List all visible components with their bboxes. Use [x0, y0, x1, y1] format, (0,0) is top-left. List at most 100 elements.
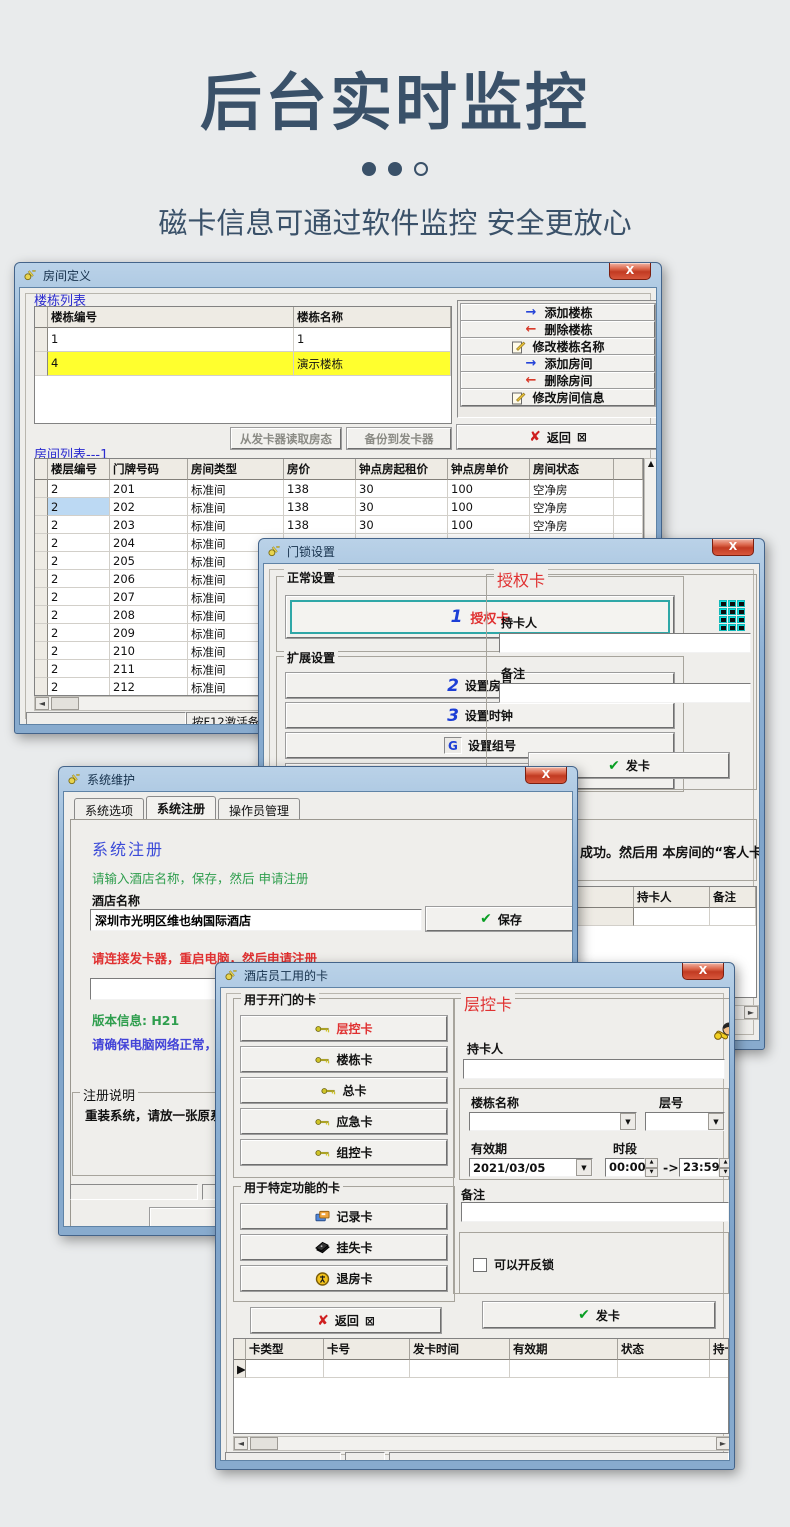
allow-deadbolt-checkbox[interactable]: 可以开反锁 — [473, 1256, 554, 1273]
select-value: 2021/03/05 — [473, 1160, 546, 1175]
note-input[interactable] — [461, 1202, 729, 1222]
emergency-card-button[interactable]: 应急卡 — [241, 1109, 447, 1134]
floor-number-select[interactable]: ▼ — [645, 1112, 725, 1131]
table-row[interactable]: 4 演示楼栋 — [35, 352, 451, 376]
time-to-value[interactable]: 23:59 — [679, 1158, 720, 1177]
edit-building-name-button[interactable]: 修改楼栋名称 — [461, 338, 655, 355]
column-header: 有效期 — [510, 1339, 618, 1360]
building-name-select[interactable]: ▼ — [469, 1112, 637, 1131]
column-header: 钟点房起租价 — [356, 459, 448, 480]
column-header: 房间状态 — [530, 459, 614, 480]
group-control-card-button[interactable]: 组控卡 — [241, 1140, 447, 1165]
table-row[interactable]: 11 — [35, 328, 451, 352]
tab-strip: 系统选项 系统注册 操作员管理 — [74, 796, 301, 819]
table-cell: 2 — [48, 534, 110, 552]
checkbox-icon[interactable] — [473, 1257, 487, 1272]
cardholder-input[interactable] — [499, 633, 751, 653]
delete-room-button[interactable]: ← 删除房间 — [461, 372, 655, 389]
hotel-name-input[interactable] — [90, 909, 422, 931]
delete-building-button[interactable]: ← 删除楼栋 — [461, 321, 655, 338]
time-from-value[interactable]: 00:00 — [605, 1158, 646, 1177]
column-header: 楼栋编号 — [48, 307, 294, 328]
key-icon — [24, 270, 36, 281]
record-card-icon — [315, 1210, 331, 1221]
chevron-down-icon[interactable]: ▼ — [576, 1159, 592, 1176]
valid-date-select[interactable]: 2021/03/05 ▼ — [469, 1158, 593, 1177]
step-down-icon[interactable]: ▼ — [645, 1167, 658, 1177]
chevron-down-icon[interactable]: ▼ — [620, 1113, 636, 1130]
button-label: 层控卡 — [336, 1022, 373, 1036]
exit-box-icon: ⊠ — [576, 430, 587, 444]
return-button[interactable]: ✘ 返回 ⊠ — [457, 425, 656, 449]
button-label: 返回 — [334, 1314, 359, 1328]
issued-cards-table[interactable]: 卡类型卡号发卡时间有效期状态持卡人 ▶ — [233, 1338, 729, 1434]
step-down-icon[interactable]: ▼ — [719, 1167, 729, 1177]
table-row[interactable]: 2 201 标准间 138 30 100 空净房 — [35, 480, 643, 498]
key-icon — [225, 970, 237, 981]
scroll-right-icon[interactable]: ► — [716, 1437, 729, 1450]
table-cell: 2 — [48, 660, 110, 678]
titlebar[interactable]: 房间定义 X — [19, 263, 657, 287]
exit-box-icon: ⊠ — [364, 1313, 375, 1328]
backup-to-encoder-button[interactable]: 备份到发卡器 — [347, 428, 451, 449]
table-row[interactable]: 2 202 标准间 138 30 100 空净房 — [35, 498, 643, 516]
building-card-button[interactable]: 楼栋卡 — [241, 1047, 447, 1072]
titlebar[interactable]: 酒店员工用的卡 X — [220, 963, 730, 987]
table-cell: 2 — [48, 552, 110, 570]
add-building-button[interactable]: → 添加楼栋 — [461, 304, 655, 321]
tab-system-register[interactable]: 系统注册 — [146, 796, 217, 819]
close-icon[interactable]: X — [609, 263, 651, 280]
close-icon[interactable]: X — [682, 963, 724, 980]
table-cell — [35, 624, 48, 642]
table-row[interactable]: 2 203 标准间 138 30 100 空净房 — [35, 516, 643, 534]
table-cell — [35, 516, 48, 534]
group-label: 用于开门的卡 — [241, 991, 320, 1008]
note-input[interactable] — [499, 683, 751, 703]
close-icon[interactable]: X — [712, 539, 754, 556]
issue-card-button[interactable]: ✔ 发卡 — [483, 1302, 715, 1328]
table-cell — [35, 606, 48, 624]
titlebar[interactable]: 系统维护 X — [63, 767, 573, 791]
hint-text: 成功。然后用 本房间的“客人卡” — [580, 846, 760, 861]
scrollbar-thumb[interactable] — [51, 697, 79, 710]
scroll-left-icon[interactable]: ◄ — [234, 1437, 248, 1450]
record-card-button[interactable]: 记录卡 — [241, 1204, 447, 1229]
cards-table-horizontal-scrollbar[interactable]: ◄ ► — [233, 1436, 729, 1451]
titlebar[interactable]: 门锁设置 X — [263, 539, 760, 563]
cross-icon: ✘ — [529, 429, 541, 445]
tab-operator-management[interactable]: 操作员管理 — [218, 798, 301, 819]
read-from-encoder-button[interactable]: 从发卡器读取房态 — [231, 428, 341, 449]
table-cell: 2 — [48, 624, 110, 642]
step-up-icon[interactable]: ▲ — [719, 1158, 729, 1168]
stepper-buttons[interactable]: ▲ ▼ — [645, 1158, 658, 1177]
loss-report-card-button[interactable]: 挂失卡 — [241, 1235, 447, 1260]
save-button[interactable]: ✔ 保存 — [426, 907, 572, 931]
step-up-icon[interactable]: ▲ — [645, 1158, 658, 1168]
table-cell — [35, 328, 48, 352]
add-room-button[interactable]: → 添加房间 — [461, 355, 655, 372]
table-row[interactable]: ▶ — [234, 1360, 728, 1378]
cardholder-input[interactable] — [463, 1059, 725, 1079]
window-body: 用于开门的卡 层控卡 楼栋卡 总卡 应急卡 组控卡 用于特定功能的卡 记录卡 挂… — [220, 987, 730, 1461]
edit-room-info-button[interactable]: 修改房间信息 — [461, 389, 655, 406]
chevron-down-icon[interactable]: ▼ — [708, 1113, 724, 1130]
scroll-up-icon[interactable]: ▲ — [648, 459, 654, 468]
scroll-left-icon[interactable]: ◄ — [35, 697, 49, 710]
tab-system-options[interactable]: 系统选项 — [74, 798, 145, 819]
scroll-right-icon[interactable]: ► — [744, 1006, 758, 1019]
delete-icon: ← — [525, 322, 537, 337]
table-cell: ▶ — [234, 1360, 246, 1378]
return-button[interactable]: ✘ 返回 ⊠ — [251, 1308, 441, 1333]
master-card-button[interactable]: 总卡 — [241, 1078, 447, 1103]
time-from-stepper[interactable]: 00:00 ▲ ▼ — [605, 1158, 658, 1177]
scrollbar-thumb[interactable] — [250, 1437, 278, 1450]
close-icon[interactable]: X — [525, 767, 567, 784]
table-cell — [35, 642, 48, 660]
floor-control-card-button[interactable]: 层控卡 — [241, 1016, 447, 1041]
time-to-stepper[interactable]: 23:59 ▲ ▼ — [679, 1158, 729, 1177]
table-cell: 204 — [110, 534, 188, 552]
stepper-buttons[interactable]: ▲ ▼ — [719, 1158, 729, 1177]
building-table[interactable]: 楼栋编号 楼栋名称 1 1 4 演示楼栋 — [34, 306, 452, 424]
checkout-card-button[interactable]: 退房卡 — [241, 1266, 447, 1291]
table-cell: 2 — [48, 570, 110, 588]
